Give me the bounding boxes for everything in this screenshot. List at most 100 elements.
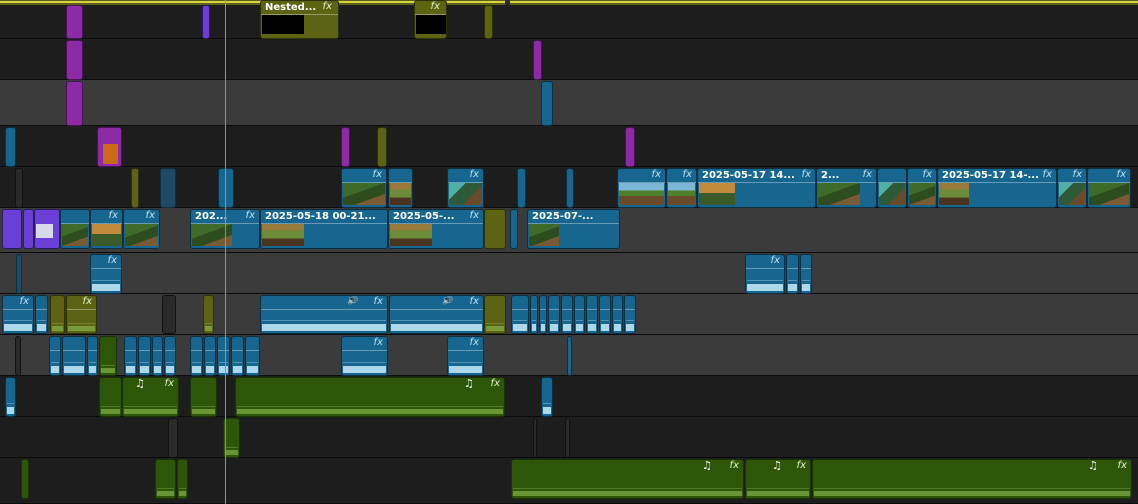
video-clip-group[interactable] bbox=[160, 168, 176, 208]
nested-sequence-clip[interactable] bbox=[203, 295, 214, 334]
audio-clip[interactable] bbox=[565, 418, 570, 458]
audio-clip[interactable] bbox=[561, 295, 573, 334]
audio-clip[interactable] bbox=[99, 336, 117, 376]
music-clip[interactable]: ♫ fx bbox=[235, 377, 505, 417]
video-clip[interactable]: fx bbox=[90, 209, 123, 249]
audio-clip[interactable] bbox=[231, 336, 244, 376]
nested-sequence-clip[interactable] bbox=[484, 295, 506, 334]
video-clip[interactable]: fx bbox=[907, 168, 937, 208]
adjustment-clip[interactable] bbox=[341, 127, 350, 167]
video-clip[interactable] bbox=[877, 168, 907, 208]
audio-clip[interactable] bbox=[124, 336, 137, 376]
nested-sequence-clip[interactable] bbox=[484, 209, 506, 249]
music-clip[interactable] bbox=[21, 459, 29, 499]
video-clip[interactable] bbox=[218, 168, 234, 208]
nested-sequence-clip[interactable]: Nested... fx bbox=[260, 0, 339, 39]
music-clip[interactable]: ♫ fx bbox=[812, 459, 1132, 499]
audio-clip[interactable]: fx bbox=[447, 336, 484, 376]
track-v6[interactable] bbox=[0, 39, 1138, 80]
audio-clip[interactable]: fx bbox=[90, 254, 122, 294]
video-clip[interactable]: 2025-05-17 14-... fx bbox=[937, 168, 1057, 208]
video-clip[interactable]: 2025-05-18 00-21... bbox=[260, 209, 388, 249]
audio-clip[interactable]: fx bbox=[745, 254, 785, 294]
audio-clip[interactable] bbox=[217, 336, 230, 376]
video-clip[interactable]: fx bbox=[1087, 168, 1131, 208]
work-area-bar[interactable] bbox=[0, 1, 1138, 3]
audio-clip[interactable] bbox=[530, 295, 538, 334]
color-matte-clip[interactable] bbox=[23, 209, 34, 249]
playhead[interactable] bbox=[225, 0, 226, 504]
video-clip[interactable]: fx bbox=[123, 209, 160, 249]
audio-clip[interactable] bbox=[138, 336, 151, 376]
nested-sequence-clip[interactable] bbox=[484, 5, 493, 39]
video-clip[interactable]: fx bbox=[447, 168, 484, 208]
video-clip[interactable] bbox=[541, 81, 553, 126]
audio-clip[interactable] bbox=[599, 295, 611, 334]
video-clip[interactable]: fx bbox=[617, 168, 666, 208]
nested-sequence-clip[interactable] bbox=[50, 295, 65, 334]
nested-sequence-clip[interactable] bbox=[131, 168, 139, 208]
video-clip[interactable]: fx bbox=[341, 168, 387, 208]
audio-clip[interactable] bbox=[168, 418, 178, 458]
audio-clip[interactable] bbox=[162, 295, 176, 334]
audio-clip[interactable] bbox=[548, 295, 560, 334]
audio-clip[interactable] bbox=[15, 336, 21, 376]
audio-clip[interactable] bbox=[35, 295, 48, 334]
video-clip[interactable] bbox=[60, 209, 90, 249]
video-clip[interactable]: 2025-05-17 14... fx bbox=[697, 168, 816, 208]
music-clip[interactable] bbox=[99, 377, 122, 417]
music-clip[interactable]: ♫ fx bbox=[122, 377, 179, 417]
audio-clip[interactable] bbox=[511, 295, 529, 334]
video-clip[interactable] bbox=[15, 168, 23, 208]
audio-clip[interactable] bbox=[624, 295, 636, 334]
video-clip[interactable] bbox=[517, 168, 526, 208]
music-clip[interactable] bbox=[190, 377, 217, 417]
video-clip[interactable] bbox=[16, 254, 22, 294]
track-v7[interactable] bbox=[0, 5, 1138, 39]
audio-clip[interactable] bbox=[574, 295, 585, 334]
audio-clip[interactable] bbox=[87, 336, 98, 376]
audio-clip[interactable] bbox=[586, 295, 598, 334]
audio-clip[interactable] bbox=[533, 418, 537, 458]
audio-clip[interactable] bbox=[612, 295, 623, 334]
color-matte-clip[interactable] bbox=[2, 209, 22, 249]
track-v4[interactable] bbox=[0, 126, 1138, 167]
audio-clip[interactable] bbox=[204, 336, 216, 376]
adjustment-clip[interactable] bbox=[533, 40, 542, 80]
adjustment-clip[interactable] bbox=[625, 127, 635, 167]
adjustment-clip[interactable] bbox=[66, 5, 83, 39]
audio-clip[interactable] bbox=[245, 336, 260, 376]
video-clip[interactable] bbox=[388, 168, 413, 208]
audio-clip[interactable] bbox=[5, 377, 16, 417]
audio-clip[interactable]: fx bbox=[341, 336, 388, 376]
audio-clip[interactable] bbox=[800, 254, 812, 294]
adjustment-clip[interactable] bbox=[202, 5, 210, 39]
music-clip[interactable]: ♫ fx bbox=[511, 459, 744, 499]
adjustment-clip[interactable] bbox=[97, 127, 122, 167]
audio-clip[interactable] bbox=[62, 336, 86, 376]
music-clip[interactable]: ♫ fx bbox=[745, 459, 811, 499]
audio-clip[interactable]: fx bbox=[2, 295, 34, 334]
video-clip[interactable]: fx bbox=[1057, 168, 1087, 208]
nested-sequence-clip[interactable]: fx bbox=[66, 295, 97, 334]
video-clip[interactable] bbox=[566, 168, 574, 208]
adjustment-clip[interactable] bbox=[66, 40, 83, 80]
nested-sequence-clip[interactable] bbox=[377, 127, 387, 167]
timeline-panel[interactable]: Nested... fx fx fx fx fx fx 2025-05-17 1… bbox=[0, 0, 1138, 504]
video-clip[interactable]: 2025-05-... fx bbox=[388, 209, 484, 249]
audio-clip[interactable]: 🔊 fx bbox=[389, 295, 484, 334]
track-v5[interactable] bbox=[0, 80, 1138, 126]
color-matte-clip[interactable] bbox=[34, 209, 60, 249]
nested-sequence-clip[interactable]: fx bbox=[414, 0, 447, 39]
music-clip[interactable] bbox=[177, 459, 188, 499]
audio-clip[interactable]: 🔊 fx bbox=[260, 295, 388, 334]
audio-clip[interactable] bbox=[786, 254, 799, 294]
audio-clip[interactable] bbox=[190, 336, 203, 376]
music-clip[interactable] bbox=[155, 459, 176, 499]
adjustment-clip[interactable] bbox=[66, 81, 83, 126]
track-v1[interactable] bbox=[0, 253, 1138, 294]
video-clip[interactable]: 2025-07-... bbox=[527, 209, 620, 249]
audio-clip[interactable] bbox=[152, 336, 163, 376]
audio-clip[interactable] bbox=[164, 336, 176, 376]
video-clip[interactable] bbox=[510, 209, 518, 249]
